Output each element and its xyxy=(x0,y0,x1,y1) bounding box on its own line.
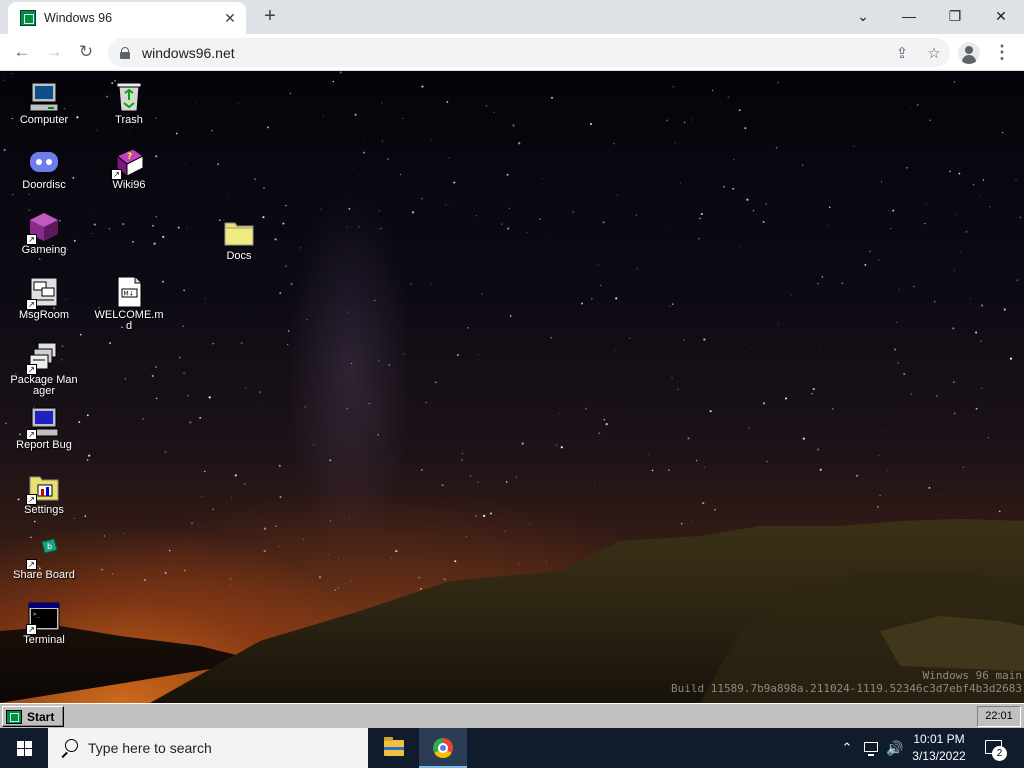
windows96-logo-icon xyxy=(6,709,22,724)
file-explorer-icon[interactable] xyxy=(370,728,418,768)
desktop-icon-gameing[interactable]: ↗ Gameing xyxy=(9,211,79,256)
desktop-icon-package-manager[interactable]: ↗ Package Manager xyxy=(9,341,79,397)
build-watermark: Windows 96 main Build 11589.7b9a898a.211… xyxy=(671,669,1022,695)
desktop-icon-label: Gameing xyxy=(21,244,67,256)
desktop-icon-label: Doordisc xyxy=(22,179,66,191)
svg-text:b: b xyxy=(47,542,52,551)
settings-folder-icon: ↗ xyxy=(26,471,60,505)
chrome-taskbar-icon[interactable] xyxy=(419,728,467,768)
desktop[interactable]: Computer Trash Doordisc ? ↗ Wiki96 ↗ Gam… xyxy=(0,71,1024,703)
clock-time: 10:01 PM xyxy=(913,732,965,746)
desktop-icon-doordisc[interactable]: Doordisc xyxy=(9,146,79,191)
shortcut-arrow-icon: ↗ xyxy=(26,364,37,375)
windows96-favicon-icon xyxy=(20,10,36,26)
bookmark-star-icon[interactable]: ☆ xyxy=(918,44,950,62)
shortcut-arrow-icon: ↗ xyxy=(26,234,37,245)
forward-button[interactable]: → xyxy=(40,38,68,66)
show-hidden-icons-chevron-icon[interactable]: ⌃ xyxy=(838,728,856,768)
url-text[interactable]: windows96.net xyxy=(142,45,886,61)
notification-center-icon[interactable]: 2 xyxy=(980,728,1012,768)
desktop-icon-label: Computer xyxy=(19,114,69,126)
watermark-line-2: Build 11589.7b9a898a.211024-1119.52346c3… xyxy=(671,682,1022,695)
folder-icon xyxy=(223,217,255,249)
search-placeholder: Type here to search xyxy=(88,740,212,756)
tab-search-button[interactable]: ⌄ xyxy=(840,0,886,32)
desktop-icon-computer[interactable]: Computer xyxy=(9,81,79,126)
desktop-icon-share-board[interactable]: b ↗ Share Board xyxy=(9,536,79,581)
volume-icon[interactable]: 🔊 xyxy=(885,728,905,768)
desktop-icon-label: Package Manager xyxy=(10,374,78,397)
desktop-icon-label: Wiki96 xyxy=(112,179,146,191)
browser-toolbar: ← → ↻ windows96.net ⇪ ☆ ⋮ xyxy=(0,34,1024,71)
msgroom-icon: ↗ xyxy=(26,276,60,310)
desktop-icon-welcome[interactable]: M↓ WELCOME.md xyxy=(94,276,164,332)
help-book-icon: ? ↗ xyxy=(111,146,145,180)
watermark-line-1: Windows 96 main xyxy=(922,669,1022,682)
browser-menu-icon[interactable]: ⋮ xyxy=(992,38,1012,66)
discord-icon xyxy=(28,146,60,178)
desktop-icon-label: Trash xyxy=(115,114,143,126)
desktop-icon-wiki96[interactable]: ? ↗ Wiki96 xyxy=(94,146,164,191)
svg-text:?: ? xyxy=(127,152,132,162)
desktop-icon-label: Docs xyxy=(226,250,252,262)
restore-button[interactable]: ❐ xyxy=(932,0,978,32)
desktop-icon-report-bug[interactable]: ↗ Report Bug xyxy=(9,406,79,451)
shortcut-arrow-icon: ↗ xyxy=(111,169,122,180)
tab-title: Windows 96 xyxy=(44,11,113,25)
share-board-icon: b ↗ xyxy=(26,536,60,570)
desktop-icon-msgroom[interactable]: ↗ MsgRoom xyxy=(9,276,79,321)
shortcut-arrow-icon: ↗ xyxy=(26,624,37,635)
shortcut-arrow-icon: ↗ xyxy=(26,429,37,440)
desktop-icon-terminal[interactable]: >_ ↗ Terminal xyxy=(9,601,79,646)
terminal-icon: >_ ↗ xyxy=(26,601,60,635)
network-icon[interactable] xyxy=(860,728,882,768)
desktop-icon-label: MsgRoom xyxy=(18,309,70,321)
lock-icon[interactable] xyxy=(120,46,130,59)
desktop-icon-label: Report Bug xyxy=(16,439,72,451)
taskbar-search-box[interactable]: Type here to search xyxy=(48,728,368,768)
minimize-button[interactable]: — xyxy=(886,0,932,32)
tab-close-icon[interactable]: ✕ xyxy=(222,10,238,27)
report-bug-icon: ↗ xyxy=(26,406,60,440)
windows-start-icon[interactable] xyxy=(0,728,48,768)
desktop-icon-label: WELCOME.md xyxy=(94,309,164,332)
desktop-icon-docs[interactable]: Docs xyxy=(204,217,274,262)
notification-count-badge: 2 xyxy=(992,746,1007,761)
win96-start-button[interactable]: Start xyxy=(2,706,64,727)
browser-tab-strip: Windows 96 ✕ + ⌄ — ❐ ✕ xyxy=(0,0,1024,34)
taskbar-clock[interactable]: 10:01 PM 3/13/2022 xyxy=(906,731,972,765)
reload-button[interactable]: ↻ xyxy=(72,38,100,66)
package-manager-icon: ↗ xyxy=(26,341,60,375)
desktop-icon-label: Share Board xyxy=(13,569,75,581)
trash-icon xyxy=(113,81,145,113)
back-button[interactable]: ← xyxy=(8,38,36,66)
search-icon xyxy=(60,739,78,757)
address-bar[interactable]: windows96.net ⇪ ☆ xyxy=(108,38,950,67)
desktop-icon-label: Settings xyxy=(24,504,64,516)
win96-clock[interactable]: 22:01 xyxy=(977,706,1021,727)
win96-taskbar: Start 22:01 xyxy=(0,703,1024,728)
profile-avatar-icon[interactable] xyxy=(958,42,980,64)
svg-text:M↓: M↓ xyxy=(124,291,134,298)
shortcut-arrow-icon: ↗ xyxy=(26,494,37,505)
share-icon[interactable]: ⇪ xyxy=(886,44,918,62)
clock-date: 3/13/2022 xyxy=(912,749,966,763)
new-tab-button[interactable]: + xyxy=(258,4,282,28)
window-close-button[interactable]: ✕ xyxy=(978,0,1024,32)
desktop-icon-settings[interactable]: ↗ Settings xyxy=(9,471,79,516)
desktop-icon-trash[interactable]: Trash xyxy=(94,81,164,126)
game-cube-icon: ↗ xyxy=(26,211,60,245)
shortcut-arrow-icon: ↗ xyxy=(26,299,37,310)
windows-taskbar: Type here to search ⌃ 🔊 10:01 PM 3/13/20… xyxy=(0,728,1024,768)
browser-tab[interactable]: Windows 96 ✕ xyxy=(8,2,246,34)
markdown-file-icon: M↓ xyxy=(113,276,145,308)
svg-text:>_: >_ xyxy=(33,611,41,618)
computer-icon xyxy=(28,81,60,113)
start-label: Start xyxy=(27,709,55,724)
desktop-icon-label: Terminal xyxy=(23,634,65,646)
shortcut-arrow-icon: ↗ xyxy=(26,559,37,570)
